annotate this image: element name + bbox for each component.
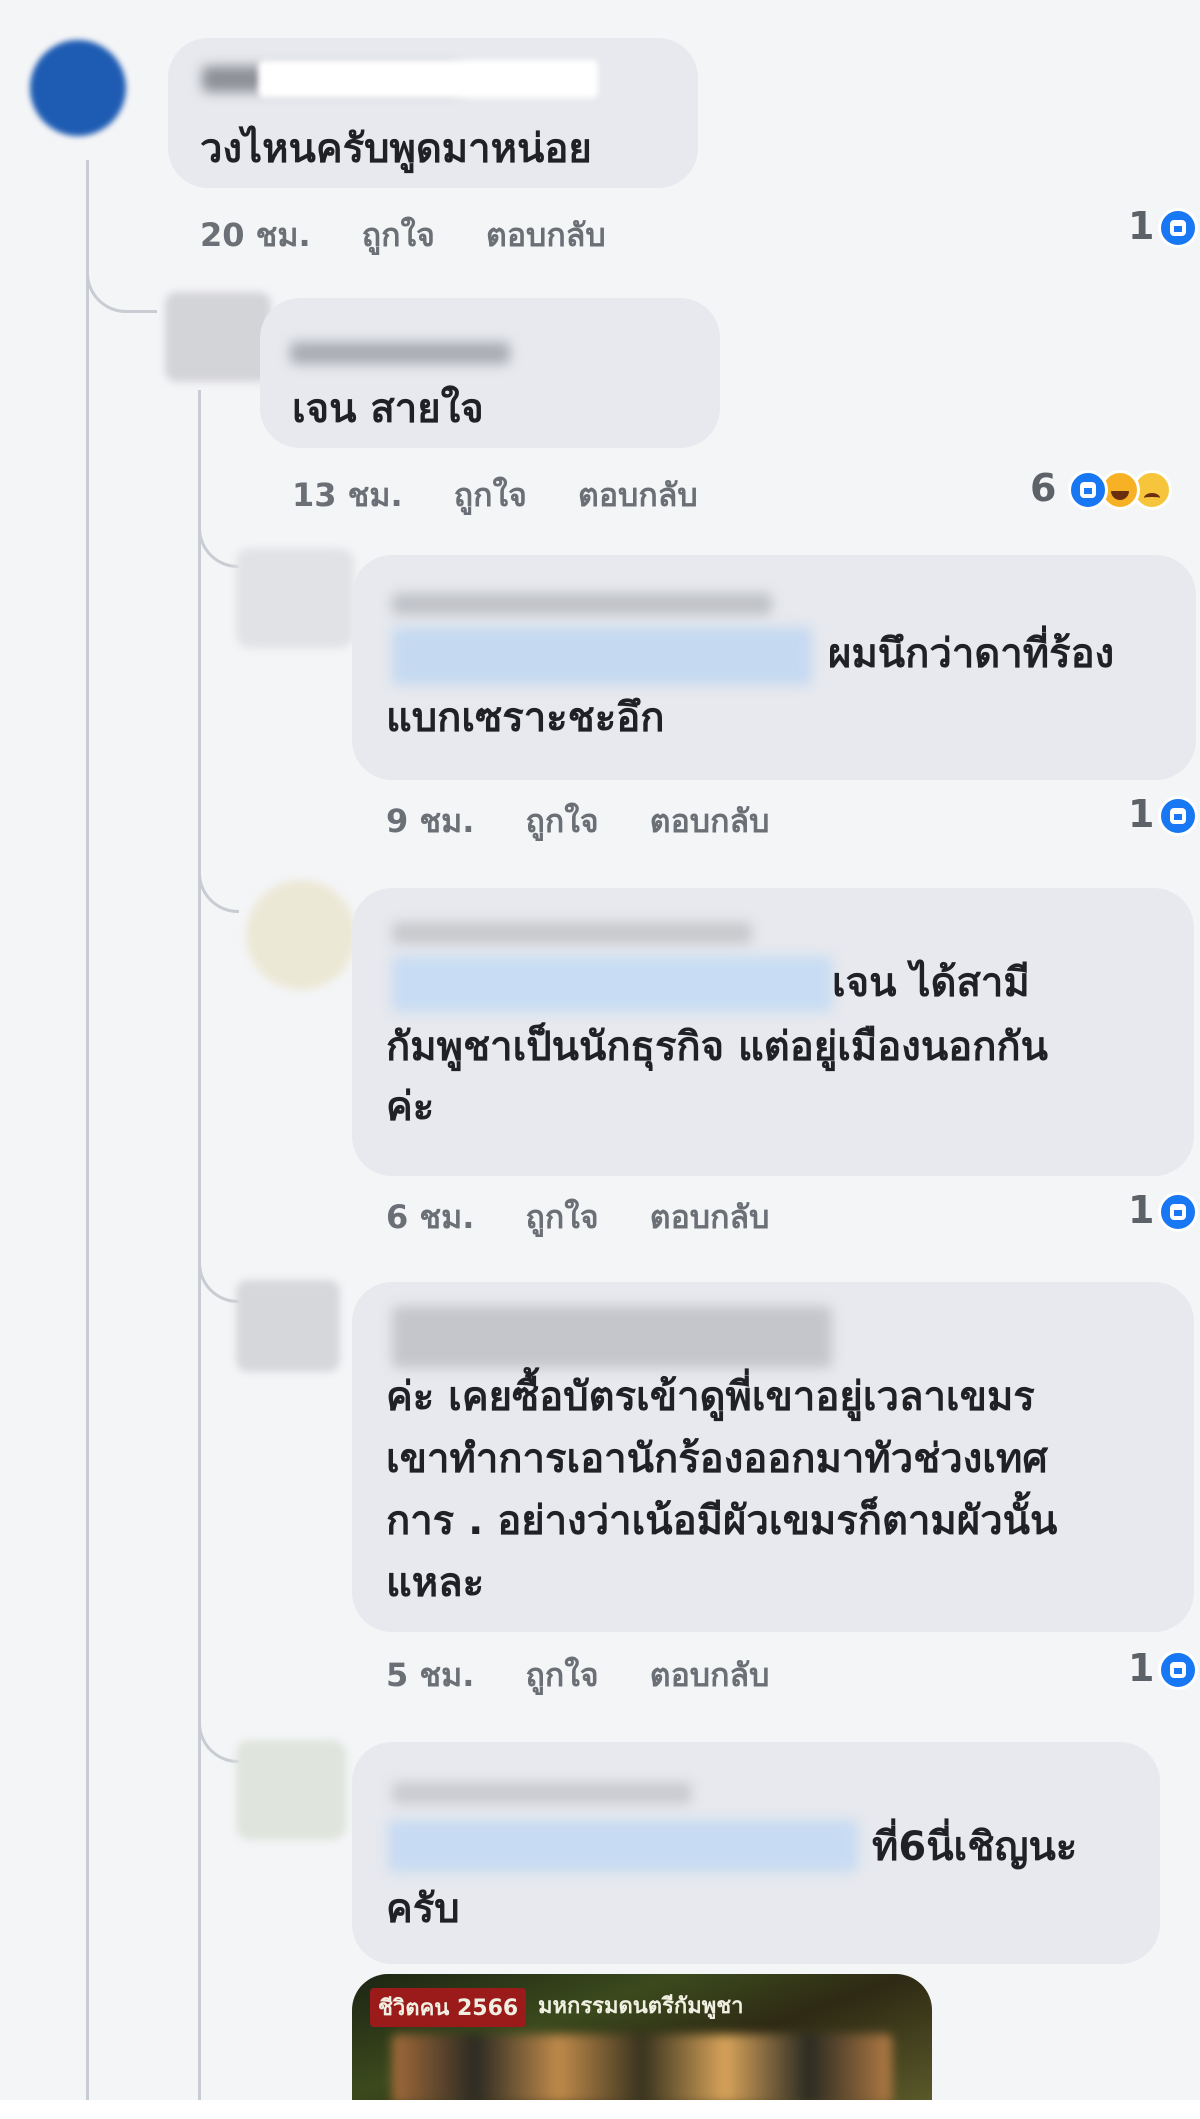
comment-meta: 6 ชม. ถูกใจ ตอบกลับ [386,1192,769,1243]
reaction-count[interactable]: 6 [1030,466,1056,510]
comment-time[interactable]: 9 ชม. [386,796,474,847]
comment-bubble: เจน ได้สามี กัมพูชาเป็นนักธุรกิจ แต่อยู่… [352,888,1194,1176]
like-icon [1158,1650,1198,1690]
comment-time[interactable]: 5 ชม. [386,1650,474,1701]
mention-tag[interactable] [392,627,812,685]
thread-branch [198,1260,239,1303]
like-button[interactable]: ถูกใจ [526,1650,599,1701]
comment-text-line: เขาทำการเอานักร้องออกมาทัวช่วงเทศ [386,1436,1048,1482]
comment-thread: วงไหนครับพูดมาหน่อย 20 ชม. ถูกใจ ตอบกลับ… [0,0,1200,2119]
reaction-count[interactable]: 1 [1128,204,1154,248]
thread-branch [198,870,239,913]
thread-branch [86,250,157,313]
reply-button[interactable]: ตอบกลับ [650,1650,770,1701]
avatar[interactable] [165,292,271,382]
reply-button[interactable]: ตอบกลับ [578,470,698,521]
comment-text-line: เจน ได้สามี [832,960,1030,1006]
avatar[interactable] [246,880,356,990]
comment-time[interactable]: 20 ชม. [200,210,311,261]
thread-line [86,160,89,2100]
comment-meta: 20 ชม. ถูกใจ ตอบกลับ [200,210,606,261]
page-bottom-edge [0,2100,1200,2119]
like-button[interactable]: ถูกใจ [526,1192,599,1243]
author-name[interactable] [290,342,510,364]
author-name-redaction [258,60,598,98]
reaction-count[interactable]: 1 [1128,792,1154,836]
comment-text-line: การ . อย่างว่าเน้อมีผัวเขมรก็ตามผัวนั้น [386,1498,1058,1544]
comment-meta: 5 ชม. ถูกใจ ตอบกลับ [386,1650,769,1701]
comment-text: เจน สายใจ [292,386,484,432]
comment-bubble: ผมนึกว่าดาที่ร้อง แบกเซราะชะอึก [352,555,1196,780]
author-name[interactable] [392,1782,692,1804]
mention-tag[interactable] [392,956,832,1012]
comment-bubble: ที่6นี่เชิญนะ ครับ [352,1742,1160,1964]
comment-bubble: ค่ะ เคยซื้อบัตรเข้าดูพี่เขาอยู่เวลาเขมร … [352,1282,1194,1632]
comment-text-line: แหละ [386,1560,485,1606]
comment-time[interactable]: 6 ชม. [386,1192,474,1243]
avatar[interactable] [236,1280,340,1372]
comment-meta: 13 ชม. ถูกใจ ตอบกลับ [292,470,698,521]
comment-text-line: แบกเซราะชะอึก [386,695,665,741]
attachment-figures [392,2034,892,2104]
reply-button[interactable]: ตอบกลับ [486,210,606,261]
avatar[interactable] [236,1740,346,1840]
comment-time[interactable]: 13 ชม. [292,470,403,521]
comment-text-line: ที่6นี่เชิญนะ [872,1824,1078,1870]
thread-branch [198,525,239,568]
avatar[interactable] [236,548,354,648]
comment-text-line: ผมนึกว่าดาที่ร้อง [828,631,1115,677]
attachment-badge: ชีวิตคน 2566 [370,1988,527,2027]
reaction-count[interactable]: 1 [1128,1188,1154,1232]
reply-button[interactable]: ตอบกลับ [650,796,770,847]
like-button[interactable]: ถูกใจ [362,210,435,261]
avatar[interactable] [30,40,126,136]
comment-text: วงไหนครับพูดมาหน่อย [200,126,592,172]
like-icon [1068,470,1108,510]
comment-meta: 9 ชม. ถูกใจ ตอบกลับ [386,796,769,847]
mention-tag[interactable] [388,1820,858,1872]
comment-text-line: ครับ [386,1886,460,1932]
like-button[interactable]: ถูกใจ [526,796,599,847]
like-icon [1158,1192,1198,1232]
attachment-caption: มหกรรมดนตรีกัมพูชา [538,1994,744,2019]
comment-text-line: ค่ะ [386,1084,435,1130]
comment-bubble: วงไหนครับพูดมาหน่อย [168,38,698,188]
reply-button[interactable]: ตอบกลับ [650,1192,770,1243]
author-name[interactable] [392,593,772,615]
author-name[interactable] [392,922,752,944]
author-name[interactable] [392,1306,832,1368]
like-icon [1158,208,1198,248]
thread-branch [198,1720,239,1763]
reaction-count[interactable]: 1 [1128,1646,1154,1690]
like-icon [1158,796,1198,836]
like-button[interactable]: ถูกใจ [454,470,527,521]
comment-attachment-image[interactable]: ชีวิตคน 2566 มหกรรมดนตรีกัมพูชา [352,1974,932,2104]
comment-bubble: เจน สายใจ [260,298,720,448]
comment-text-line: ค่ะ เคยซื้อบัตรเข้าดูพี่เขาอยู่เวลาเขมร [386,1374,1035,1420]
thread-line-nested [198,390,201,2100]
comment-text-line: กัมพูชาเป็นนักธุรกิจ แต่อยู่เมืองนอกกัน [386,1024,1048,1070]
